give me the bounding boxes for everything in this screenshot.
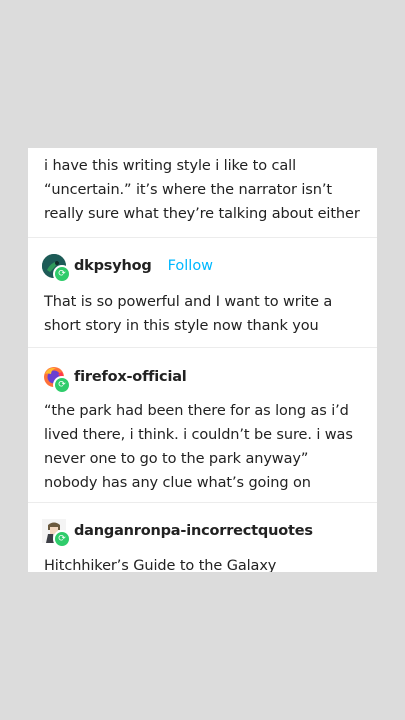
reblog-icon: ⟳ xyxy=(53,530,71,548)
post-text: i have this writing style i like to call… xyxy=(44,158,360,222)
reblog-firefox-official: ⟳ firefox-official “the park had been th… xyxy=(28,348,377,503)
username-link[interactable]: firefox-official xyxy=(74,369,187,385)
reblog-danganronpa-incorrectquotes: ⟳ danganronpa-incorrectquotes Hitchhiker… xyxy=(28,503,377,572)
dkpsyhog-avatar-icon[interactable]: ⟳ xyxy=(42,254,71,283)
post-card: i have this writing style i like to call… xyxy=(28,148,377,572)
post-text: That is so powerful and I want to write … xyxy=(44,294,333,334)
reblog-icon: ⟳ xyxy=(53,265,71,283)
reblog-dkpsyhog: ⟳ dkpsyhog Follow That is so powerful an… xyxy=(28,238,377,348)
reblog-header: ⟳ danganronpa-incorrectquotes xyxy=(28,516,377,548)
post-text: “the park had been there for as long as … xyxy=(44,403,353,491)
post-text: Hitchhiker’s Guide to the Galaxy xyxy=(44,558,277,572)
original-post: i have this writing style i like to call… xyxy=(28,148,377,238)
reblog-header: ⟳ firefox-official xyxy=(28,362,377,394)
anime-character-avatar-icon[interactable]: ⟳ xyxy=(42,519,71,548)
firefox-logo-icon[interactable]: ⟳ xyxy=(42,365,71,394)
username-link[interactable]: danganronpa-incorrectquotes xyxy=(74,523,313,539)
follow-button[interactable]: Follow xyxy=(168,258,213,274)
reblog-header: ⟳ dkpsyhog Follow xyxy=(28,251,377,283)
reblog-icon: ⟳ xyxy=(53,376,71,394)
username-link[interactable]: dkpsyhog xyxy=(74,258,152,274)
